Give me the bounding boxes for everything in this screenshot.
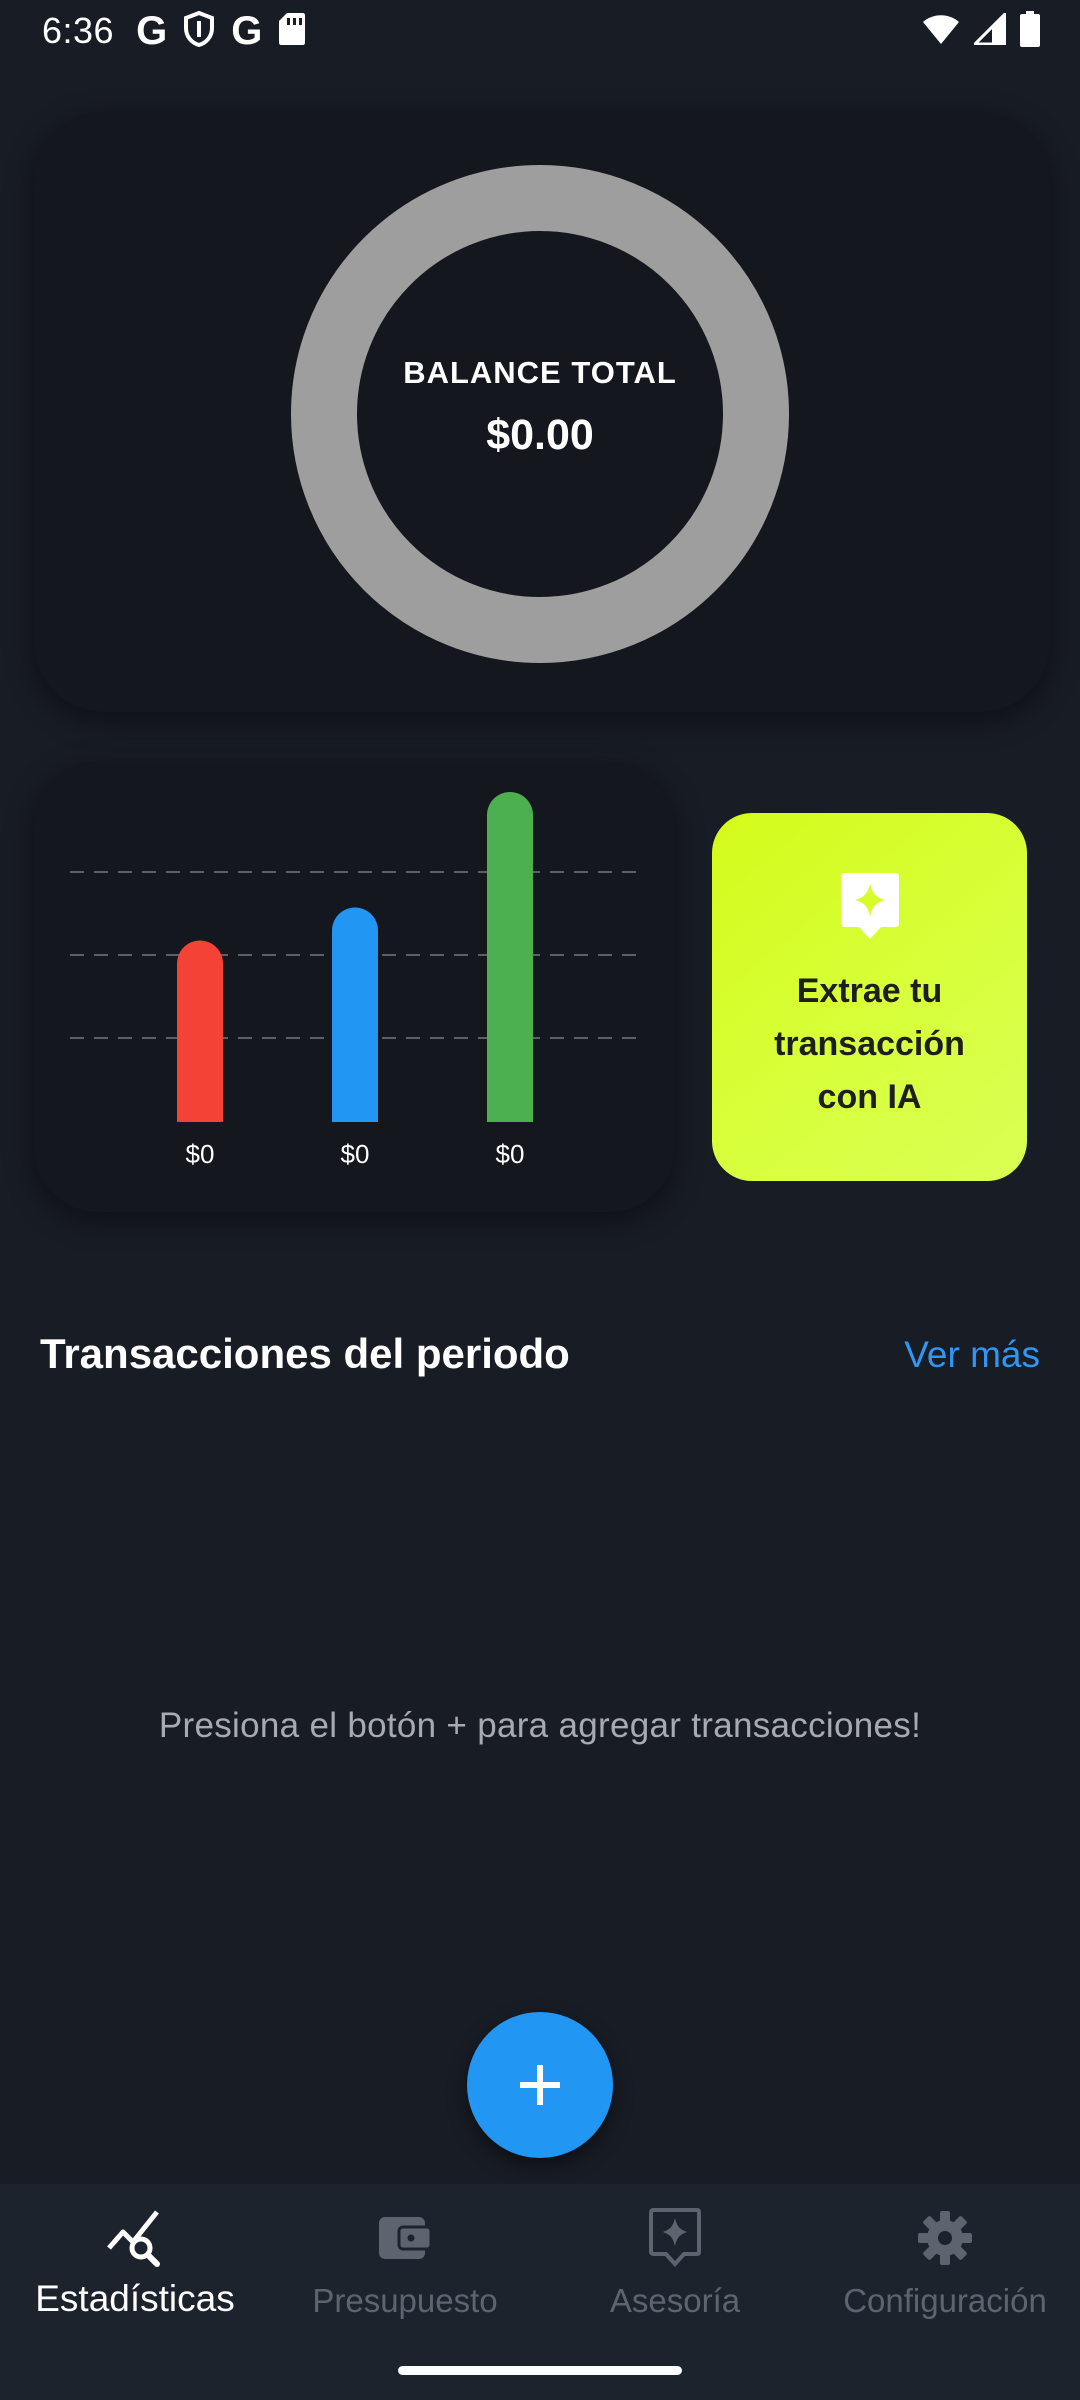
- nav-label-presupuesto: Presupuesto: [312, 2282, 498, 2319]
- chart-bar: [177, 940, 223, 1145]
- balance-label: BALANCE TOTAL: [403, 354, 677, 390]
- sparkle-icon: [645, 2208, 705, 2268]
- app-screen: 6:36 G G BALANCE TOTAL $0.00 $0 $0 $0 Ex…: [0, 0, 1080, 2400]
- donut-center: BALANCE TOTAL $0.00: [290, 164, 790, 664]
- add-transaction-button[interactable]: [467, 2012, 613, 2158]
- bar-value-label: $0: [341, 1139, 370, 1169]
- wifi-icon: [922, 13, 960, 50]
- wallet-icon: [375, 2208, 435, 2268]
- sd-card-icon: [278, 12, 306, 51]
- status-time: 6:36: [42, 10, 115, 51]
- google-g-icon: G: [231, 9, 263, 53]
- see-more-link[interactable]: Ver más: [904, 1334, 1040, 1376]
- status-bar: 6:36 G G: [0, 0, 1080, 62]
- bar-value-label: $0: [496, 1139, 525, 1169]
- ai-card-text: Extrae tu transacción con IA: [774, 972, 965, 1116]
- nav-label-asesoria: Asesoría: [609, 2282, 741, 2319]
- balance-card: BALANCE TOTAL $0.00: [34, 112, 1050, 712]
- nav-item-estadisticas[interactable]: Estadísticas: [0, 2184, 270, 2400]
- nav-item-configuracion[interactable]: Configuración: [810, 2184, 1080, 2400]
- plus-icon: [520, 2065, 560, 2105]
- stats-search-icon: [105, 2208, 165, 2268]
- balance-value: $0.00: [486, 410, 594, 459]
- sparkle-icon: [840, 873, 899, 939]
- empty-transactions-message: Presiona el botón + para agregar transac…: [158, 1706, 922, 1745]
- signal-icon: [971, 9, 1007, 50]
- bar-chart: $0 $0 $0: [70, 792, 640, 1169]
- home-indicator[interactable]: [398, 2366, 682, 2375]
- bar-chart-card: $0 $0 $0: [34, 762, 674, 1212]
- gear-icon: [915, 2208, 975, 2268]
- google-g-icon: G: [136, 9, 168, 53]
- ai-extract-card[interactable]: Extrae tu transacción con IA: [712, 813, 1027, 1181]
- status-left: 6:36 G G: [42, 10, 306, 52]
- bar-value-label: $0: [186, 1139, 215, 1169]
- nav-label-estadisticas: Estadísticas: [35, 2278, 235, 2319]
- chart-bar: [487, 792, 533, 1145]
- nav-label-configuracion: Configuración: [843, 2282, 1047, 2319]
- transactions-title: Transacciones del periodo: [40, 1330, 570, 1377]
- chart-bar: [332, 907, 378, 1145]
- shield-icon: [183, 10, 215, 52]
- battery-icon: [1020, 10, 1040, 52]
- status-right: [922, 9, 1040, 52]
- balance-donut-chart: BALANCE TOTAL $0.00: [290, 164, 790, 664]
